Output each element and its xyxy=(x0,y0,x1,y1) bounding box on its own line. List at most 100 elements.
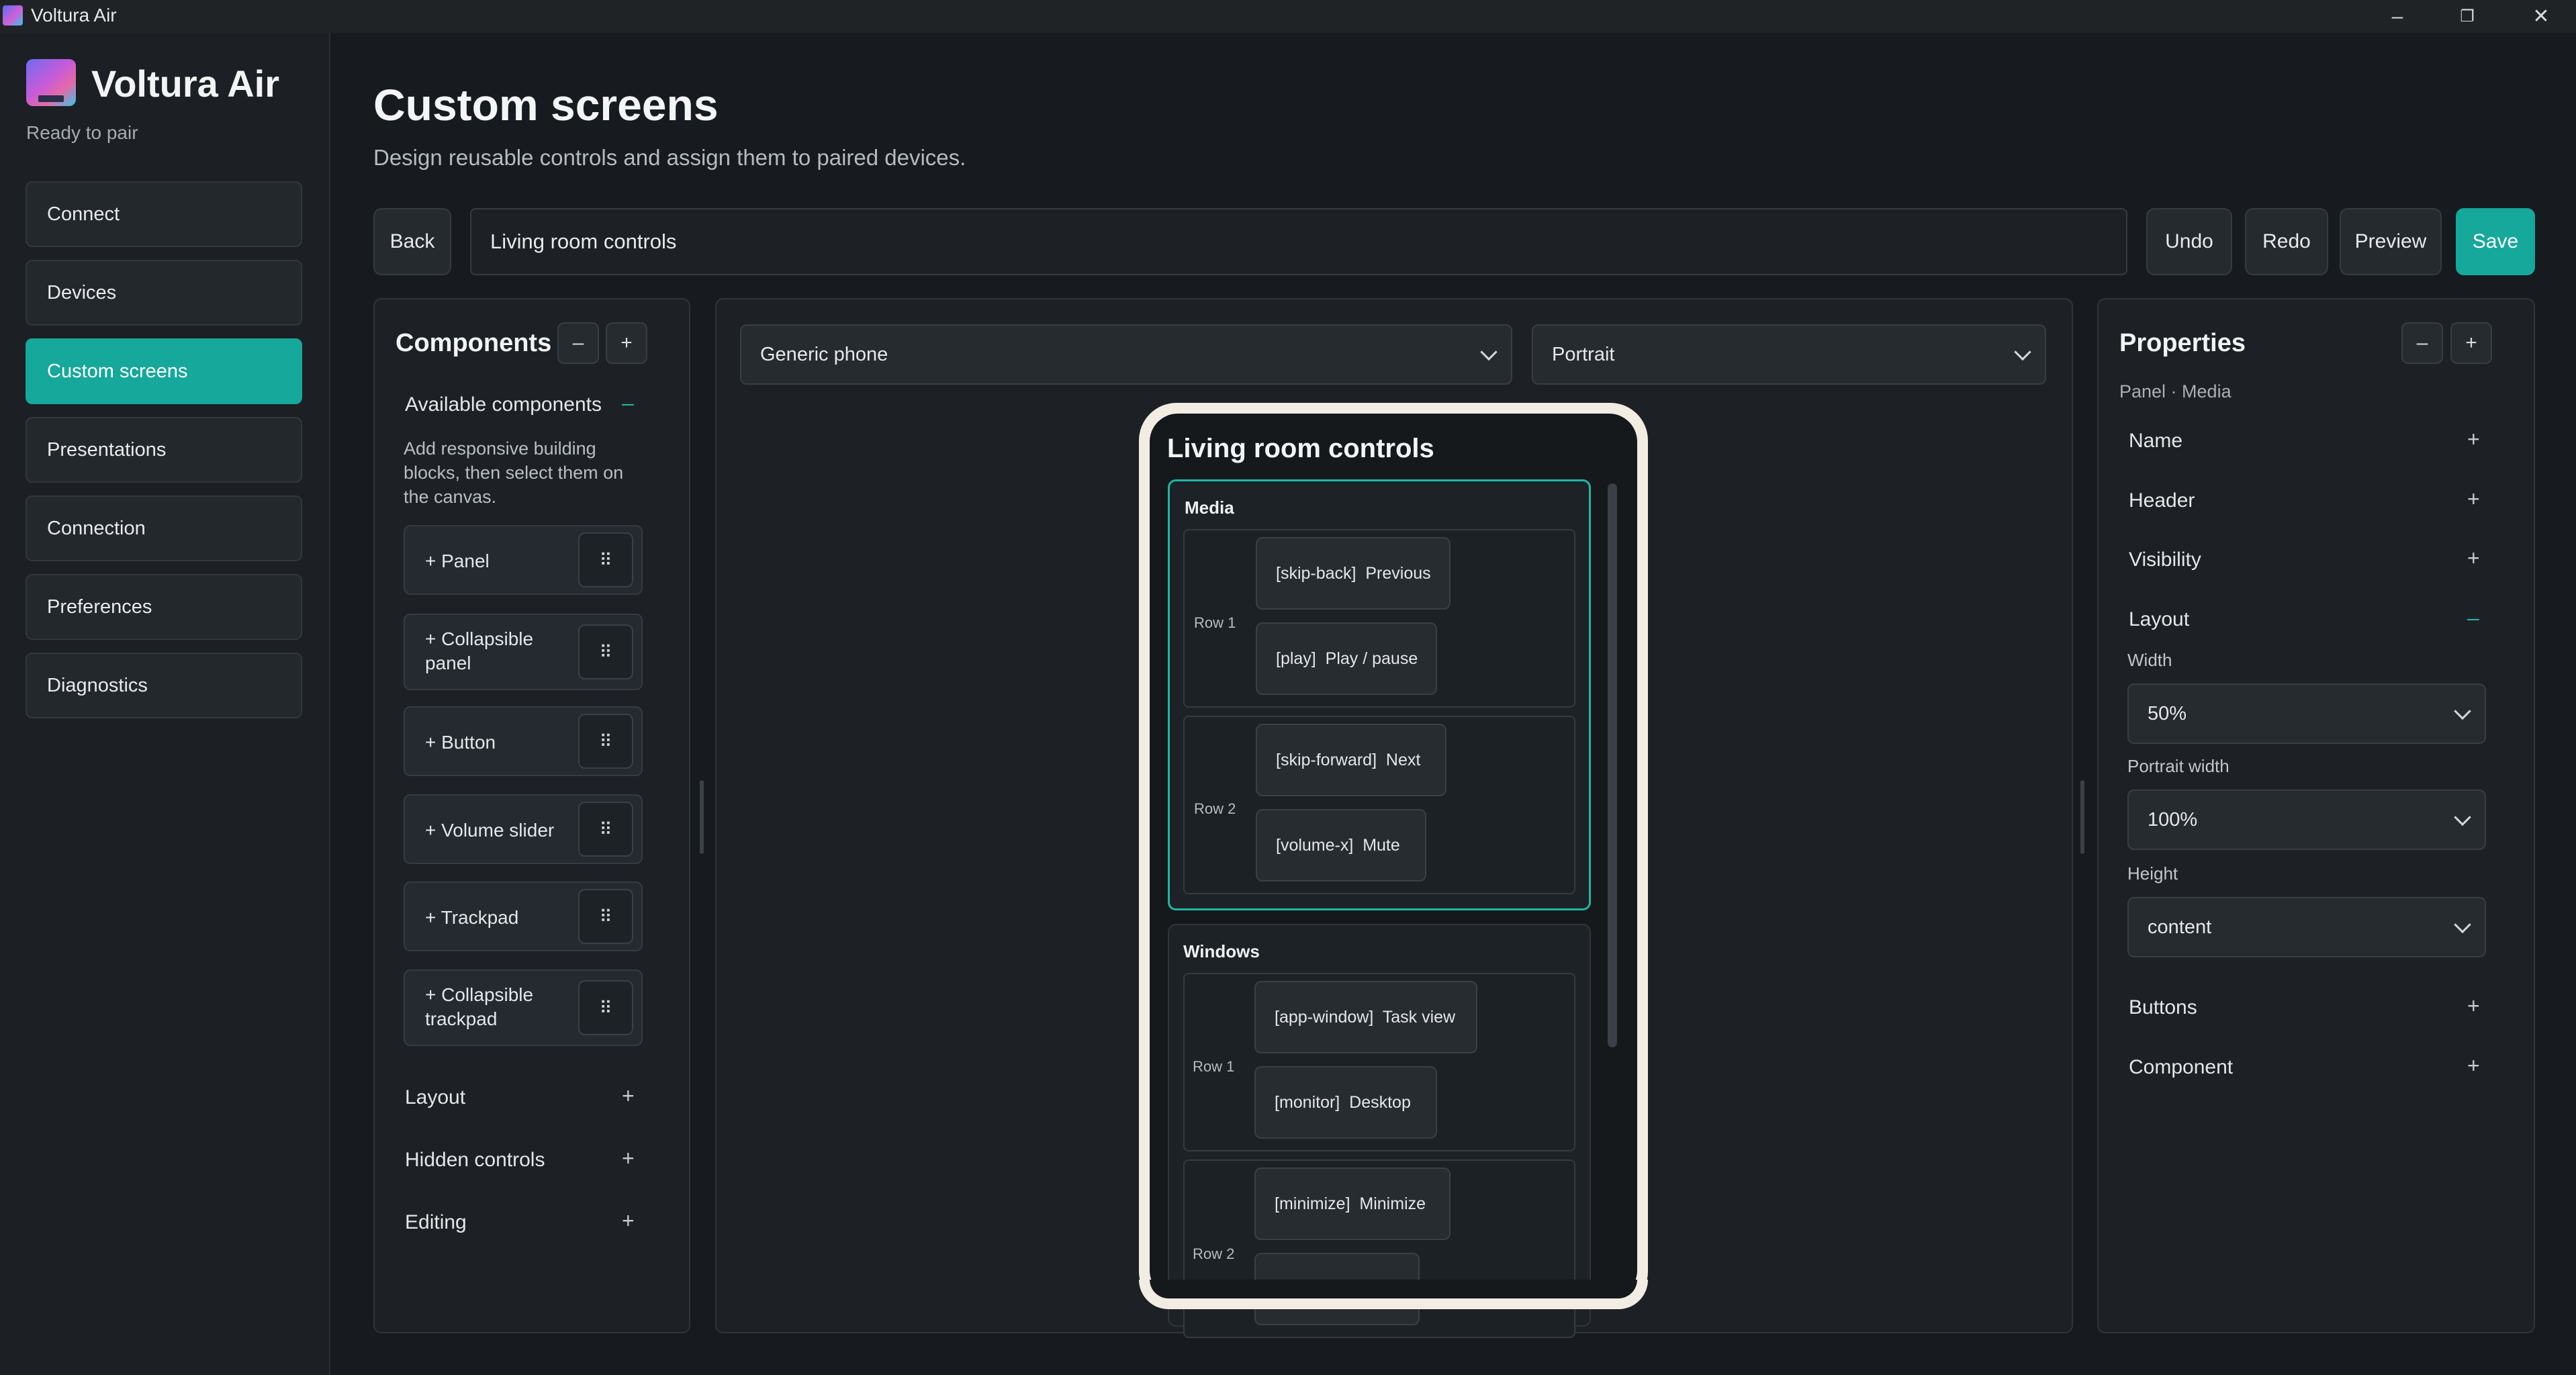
save-button[interactable]: Save xyxy=(2456,208,2535,275)
layout-section-toggle[interactable]: + xyxy=(622,1084,635,1108)
add-button-card[interactable]: + Button ⠿ xyxy=(404,706,643,776)
components-collapse-button[interactable]: – xyxy=(557,322,599,364)
task-view-control[interactable]: [app-window] Task view xyxy=(1254,981,1477,1053)
nav-connection[interactable]: Connection xyxy=(26,495,302,561)
app-name: Voltura Air xyxy=(91,62,280,105)
editing-section-toggle[interactable]: + xyxy=(622,1208,635,1233)
nav-presentations[interactable]: Presentations xyxy=(26,417,302,483)
play-pause-control[interactable]: [play] Play / pause xyxy=(1256,622,1437,695)
mute-control[interactable]: [volume-x] Mute xyxy=(1256,809,1426,882)
drag-handle-icon[interactable]: ⠿ xyxy=(578,532,633,587)
nav-preferences[interactable]: Preferences xyxy=(26,574,302,640)
name-section-toggle[interactable]: + xyxy=(2467,427,2480,452)
screen-name-input[interactable]: Living room controls xyxy=(470,208,2127,275)
phone-scrollbar[interactable] xyxy=(1608,483,1617,1047)
available-components-header[interactable]: Available components xyxy=(405,393,602,416)
width-label: Width xyxy=(2127,650,2172,670)
card-label: + Collapsible trackpad xyxy=(425,984,534,1029)
add-collapsible-panel-card[interactable]: + Collapsible panel ⠿ xyxy=(404,614,643,690)
close-window-button[interactable]: ✕ xyxy=(2506,0,2576,33)
visibility-section-header[interactable]: Visibility xyxy=(2129,549,2201,571)
header-section-toggle[interactable]: + xyxy=(2467,487,2480,512)
preview-button[interactable]: Preview xyxy=(2340,208,2442,275)
header-section-header[interactable]: Header xyxy=(2129,489,2195,512)
previous-control[interactable]: [skip-back] Previous xyxy=(1256,537,1451,610)
drag-handle-icon[interactable]: ⠿ xyxy=(578,624,633,679)
right-resize-handle[interactable] xyxy=(2080,780,2084,854)
panel-title: Media xyxy=(1185,497,1234,518)
add-collapsible-trackpad-card[interactable]: + Collapsible trackpad ⠿ xyxy=(404,969,643,1046)
drag-handle-icon[interactable]: ⠿ xyxy=(578,802,633,857)
device-select[interactable]: Generic phone xyxy=(740,324,1512,385)
chevron-down-icon xyxy=(2014,343,2031,361)
available-components-toggle[interactable]: – xyxy=(622,391,634,416)
page-title: Custom screens xyxy=(373,80,719,130)
hidden-controls-section-toggle[interactable]: + xyxy=(622,1146,635,1171)
title-bar xyxy=(0,0,2576,33)
height-label: Height xyxy=(2127,863,2178,884)
name-section-header[interactable]: Name xyxy=(2129,430,2182,453)
height-select-value: content xyxy=(2148,916,2212,938)
phone-screen-title: Living room controls xyxy=(1167,434,1434,463)
portrait-width-select[interactable]: 100% xyxy=(2127,790,2486,850)
components-expand-button[interactable]: + xyxy=(606,322,647,364)
add-trackpad-card[interactable]: + Trackpad ⠿ xyxy=(404,882,643,951)
buttons-section-toggle[interactable]: + xyxy=(2467,994,2480,1018)
visibility-section-toggle[interactable]: + xyxy=(2467,546,2480,571)
component-section-toggle[interactable]: + xyxy=(2467,1053,2480,1078)
chevron-down-icon xyxy=(1480,343,1498,361)
components-help-text: Add responsive building blocks, then sel… xyxy=(404,438,624,507)
layout-props-section-toggle[interactable]: – xyxy=(2467,606,2479,630)
minimize-control[interactable]: [minimize] Minimize xyxy=(1254,1168,1451,1240)
height-select[interactable]: content xyxy=(2127,897,2486,957)
chevron-down-icon xyxy=(2454,916,2471,934)
device-select-value: Generic phone xyxy=(760,343,888,365)
drag-handle-icon[interactable]: ⠿ xyxy=(578,889,633,944)
row-label: Row 2 xyxy=(1194,800,1236,817)
layout-props-section-header[interactable]: Layout xyxy=(2129,608,2189,631)
card-label: + Volume slider xyxy=(425,820,555,841)
properties-title: Properties xyxy=(2119,329,2246,357)
back-button[interactable]: Back xyxy=(373,208,451,275)
drag-handle-icon[interactable]: ⠿ xyxy=(578,980,633,1035)
phone-frame-bottom xyxy=(1139,1280,1648,1309)
minimize-window-button[interactable]: – xyxy=(2362,0,2432,33)
buttons-section-header[interactable]: Buttons xyxy=(2129,996,2197,1019)
portrait-width-label: Portrait width xyxy=(2127,756,2229,776)
nav-connect[interactable]: Connect xyxy=(26,181,302,247)
panel-title: Windows xyxy=(1183,941,1260,961)
card-label: + Collapsible panel xyxy=(425,628,534,673)
restore-window-button[interactable]: ❐ xyxy=(2432,0,2502,33)
pair-status: Ready to pair xyxy=(26,122,138,143)
hidden-controls-section-header[interactable]: Hidden controls xyxy=(405,1149,545,1172)
layout-section-header[interactable]: Layout xyxy=(405,1086,465,1109)
nav-diagnostics[interactable]: Diagnostics xyxy=(26,653,302,718)
properties-expand-button[interactable]: + xyxy=(2450,322,2492,364)
orientation-select[interactable]: Portrait xyxy=(1532,324,2046,385)
left-resize-handle[interactable] xyxy=(700,780,704,854)
portrait-width-select-value: 100% xyxy=(2148,808,2198,831)
undo-button[interactable]: Undo xyxy=(2146,208,2232,275)
components-title: Components xyxy=(396,329,552,357)
next-control[interactable]: [skip-forward] Next xyxy=(1256,724,1446,796)
app-logo-icon xyxy=(26,59,76,106)
chevron-down-icon xyxy=(2454,702,2471,720)
nav-devices[interactable]: Devices xyxy=(26,260,302,326)
add-volume-slider-card[interactable]: + Volume slider ⠿ xyxy=(404,794,643,864)
properties-collapse-button[interactable]: – xyxy=(2401,322,2443,364)
orientation-select-value: Portrait xyxy=(1552,343,1615,365)
editing-section-header[interactable]: Editing xyxy=(405,1211,467,1234)
page-subtitle: Design reusable controls and assign them… xyxy=(373,145,966,170)
desktop-control[interactable]: [monitor] Desktop xyxy=(1254,1066,1437,1139)
drag-handle-icon[interactable]: ⠿ xyxy=(578,714,633,769)
row-label: Row 2 xyxy=(1193,1245,1235,1262)
width-select[interactable]: 50% xyxy=(2127,683,2486,744)
component-section-header[interactable]: Component xyxy=(2129,1056,2233,1079)
redo-button[interactable]: Redo xyxy=(2245,208,2328,275)
add-panel-card[interactable]: + Panel ⠿ xyxy=(404,525,643,595)
card-label: + Button xyxy=(425,732,496,753)
nav-custom-screens[interactable]: Custom screens xyxy=(26,338,302,404)
width-select-value: 50% xyxy=(2148,702,2187,724)
row-label: Row 1 xyxy=(1194,614,1236,631)
card-label: + Trackpad xyxy=(425,907,519,928)
